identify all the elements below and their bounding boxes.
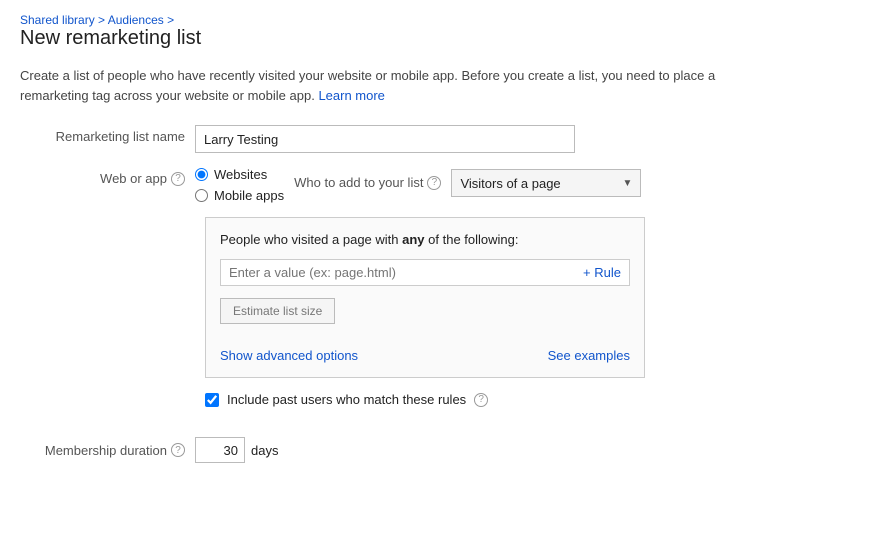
web-app-section: Websites Mobile apps Who to add to your … <box>195 167 641 203</box>
websites-radio-item[interactable]: Websites <box>195 167 284 182</box>
include-past-users-row: Include past users who match these rules… <box>205 392 853 407</box>
remarketing-list-name-row: Remarketing list name <box>20 125 853 153</box>
membership-duration-help-icon[interactable]: ? <box>171 443 185 457</box>
mobile-apps-radio-item[interactable]: Mobile apps <box>195 188 284 203</box>
include-past-users-checkbox[interactable] <box>205 393 219 407</box>
learn-more-link[interactable]: Learn more <box>318 88 384 103</box>
rules-title: People who visited a page with any of th… <box>220 232 630 247</box>
remarketing-list-name-label: Remarketing list name <box>20 125 195 144</box>
show-advanced-link[interactable]: Show advanced options <box>220 348 358 363</box>
breadcrumb-sep2: > <box>167 13 174 27</box>
visitors-dropdown[interactable]: Visitors of a page ▼ <box>451 169 641 197</box>
breadcrumb-audiences[interactable]: Audiences <box>108 13 164 27</box>
membership-duration-label-container: Membership duration ? <box>20 443 195 458</box>
mobile-apps-label: Mobile apps <box>214 188 284 203</box>
who-to-add-label: Who to add to your list <box>294 175 423 190</box>
breadcrumb-shared-library[interactable]: Shared library <box>20 13 95 27</box>
rules-any-keyword: any <box>402 232 424 247</box>
estimate-list-size-button[interactable]: Estimate list size <box>220 298 335 324</box>
page-title: New remarketing list <box>20 27 853 50</box>
include-past-help-icon[interactable]: ? <box>474 393 488 407</box>
breadcrumb-sep1: > <box>98 13 108 27</box>
websites-radio[interactable] <box>195 168 208 181</box>
web-or-app-help-icon[interactable]: ? <box>171 172 185 186</box>
visitors-dropdown-container: Visitors of a page ▼ <box>451 169 641 197</box>
remarketing-list-name-input[interactable] <box>195 125 575 153</box>
include-past-users-label: Include past users who match these rules <box>227 392 466 407</box>
rules-title-part2: of the following: <box>428 232 518 247</box>
membership-duration-label: Membership duration <box>45 443 167 458</box>
page-description: Create a list of people who have recentl… <box>20 66 780 105</box>
page-value-input[interactable] <box>221 260 575 285</box>
rules-footer: Show advanced options See examples <box>220 348 630 363</box>
visitors-dropdown-value: Visitors of a page <box>460 176 560 191</box>
rules-box: People who visited a page with any of th… <box>205 217 645 378</box>
websites-label: Websites <box>214 167 267 182</box>
breadcrumb: Shared library > Audiences > <box>20 12 853 27</box>
membership-duration-input[interactable] <box>195 437 245 463</box>
web-or-app-label-container: Web or app ? <box>20 167 195 186</box>
who-to-add-help-icon[interactable]: ? <box>427 176 441 190</box>
value-input-row: + Rule <box>220 259 630 286</box>
mobile-apps-radio[interactable] <box>195 189 208 202</box>
who-to-add-label-container: Who to add to your list ? <box>294 169 441 190</box>
dropdown-arrow-icon: ▼ <box>623 178 633 189</box>
days-label: days <box>251 443 278 458</box>
web-or-app-label: Web or app <box>100 171 167 186</box>
who-to-add-row: Who to add to your list ? Visitors of a … <box>294 167 641 197</box>
radio-group-web-app: Websites Mobile apps <box>195 167 284 203</box>
see-examples-link[interactable]: See examples <box>548 348 630 363</box>
web-app-row: Web or app ? Websites Mobile apps Who to… <box>20 167 853 203</box>
membership-duration-row: Membership duration ? days <box>20 437 853 463</box>
add-rule-link[interactable]: + Rule <box>575 260 629 285</box>
